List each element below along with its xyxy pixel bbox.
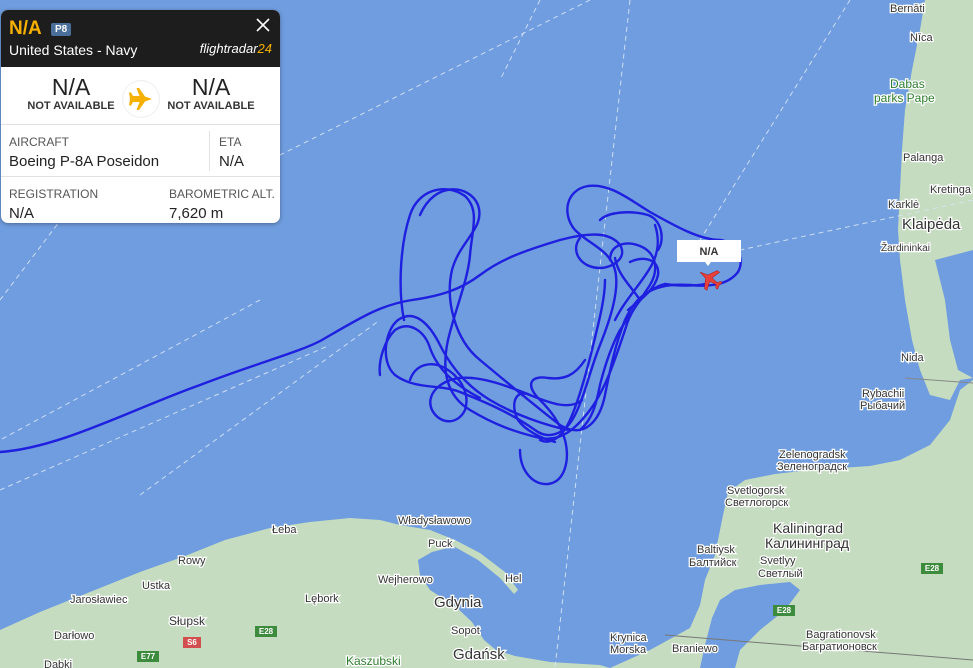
place-nica: Nīca [910, 32, 934, 44]
brand-num: 24 [257, 41, 272, 56]
place-svetlogorsk-ru: Светлогорск [725, 497, 788, 509]
place-zelenogradsk: Zelenogradsk [779, 449, 846, 461]
place-bernati: Bernāti [890, 3, 925, 15]
place-karkle: Karklė [888, 199, 919, 211]
registration-value: N/A [9, 205, 35, 222]
place-sopot: Sopot [451, 625, 480, 637]
place-hel: Hel [505, 573, 522, 585]
place-kaliningrad: Kaliningrad [773, 520, 843, 536]
place-pape: parks Pape [874, 91, 935, 105]
place-jaroslawiec: Jarosławiec [70, 594, 128, 606]
place-dabki: Dąbki [44, 659, 72, 668]
place-baltiysk-ru: Балтийск [689, 557, 737, 569]
place-rybachii: Rybachii [862, 388, 904, 400]
place-nida: Nida [901, 352, 925, 364]
flight-id: N/A [9, 18, 42, 39]
place-zardininkai: Žardininkai [881, 241, 930, 254]
place-kaszubski: Kaszubski [346, 654, 401, 668]
eta-value: N/A [219, 153, 245, 170]
registration-label: REGISTRATION [9, 187, 99, 201]
place-rowy: Rowy [178, 555, 206, 567]
place-palanga: Palanga [903, 152, 944, 164]
road-e77: E77 [141, 652, 156, 661]
destination-label: NOT AVAILABLE [167, 100, 255, 112]
divider [209, 131, 210, 171]
place-braniewo: Braniewo [672, 643, 718, 655]
place-rybachii-ru: Рыбачий [860, 400, 905, 412]
place-kaliningrad-ru: Калининград [765, 535, 849, 551]
route-section: N/A NOT AVAILABLE N/A NOT AVAILABLE [1, 67, 280, 125]
place-bagrationovsk: Bagrationovsk [806, 629, 876, 641]
panel-header: N/A P8 United States - Navy flightradar2… [1, 10, 280, 67]
aircraft-label: N/A [700, 246, 719, 258]
road-e28c: E28 [925, 564, 940, 573]
place-leba: Łeba [272, 524, 297, 536]
brand-text: flightradar [199, 41, 258, 56]
place-svetlogorsk: Svetlogorsk [727, 485, 785, 497]
place-bagrationovsk-ru: Багратионовск [802, 641, 877, 653]
place-wladyslawowo: Władysławowo [398, 515, 471, 527]
place-slupsk: Słupsk [169, 614, 206, 628]
place-gdansk: Gdańsk [453, 646, 505, 663]
aircraft-type-badge: P8 [51, 23, 72, 36]
place-darlowo: Darłowo [54, 630, 94, 642]
road-e28b: E28 [777, 606, 792, 615]
close-icon[interactable] [254, 16, 272, 34]
aircraft-value: Boeing P-8A Poseidon [9, 153, 160, 170]
aircraft-row: AIRCRAFT Boeing P-8A Poseidon ETA N/A [1, 125, 280, 177]
place-wejherowo: Wejherowo [378, 574, 433, 586]
baro-alt-label: BAROMETRIC ALT. [169, 187, 275, 201]
flight-info-panel: N/A P8 United States - Navy flightradar2… [1, 10, 280, 223]
place-klaipeda: Klaipėda [902, 216, 961, 233]
place-gdynia: Gdynia [434, 594, 482, 611]
place-ustka: Ustka [142, 580, 171, 592]
place-krynica: Krynica [610, 632, 648, 644]
place-svetly-ru: Светлый [758, 568, 803, 580]
place-baltiysk: Baltiysk [697, 544, 735, 556]
origin-code: N/A [51, 74, 91, 100]
road-s6: S6 [187, 638, 197, 647]
place-puck: Puck [428, 538, 453, 550]
registration-row: REGISTRATION N/A BAROMETRIC ALT. 7,620 m [1, 177, 280, 223]
place-zelenogradsk-ru: Зеленоградск [777, 461, 847, 473]
place-lebork: Lębork [305, 593, 339, 605]
place-morska: Morska [610, 644, 647, 656]
baro-alt-value: 7,620 m [169, 205, 224, 222]
aircraft-label: AIRCRAFT [9, 135, 69, 149]
plane-icon [123, 81, 159, 117]
destination-code: N/A [191, 74, 231, 100]
brand-logo: flightradar24 [200, 41, 272, 56]
eta-label: ETA [219, 135, 242, 149]
place-svetly: Svetlyy [760, 555, 796, 567]
road-e28a: E28 [259, 627, 274, 636]
operator-name: United States - Navy [9, 42, 138, 58]
place-kretinga: Kretinga [930, 184, 972, 196]
origin-label: NOT AVAILABLE [27, 100, 115, 112]
place-dabas: Dabas [890, 77, 925, 91]
